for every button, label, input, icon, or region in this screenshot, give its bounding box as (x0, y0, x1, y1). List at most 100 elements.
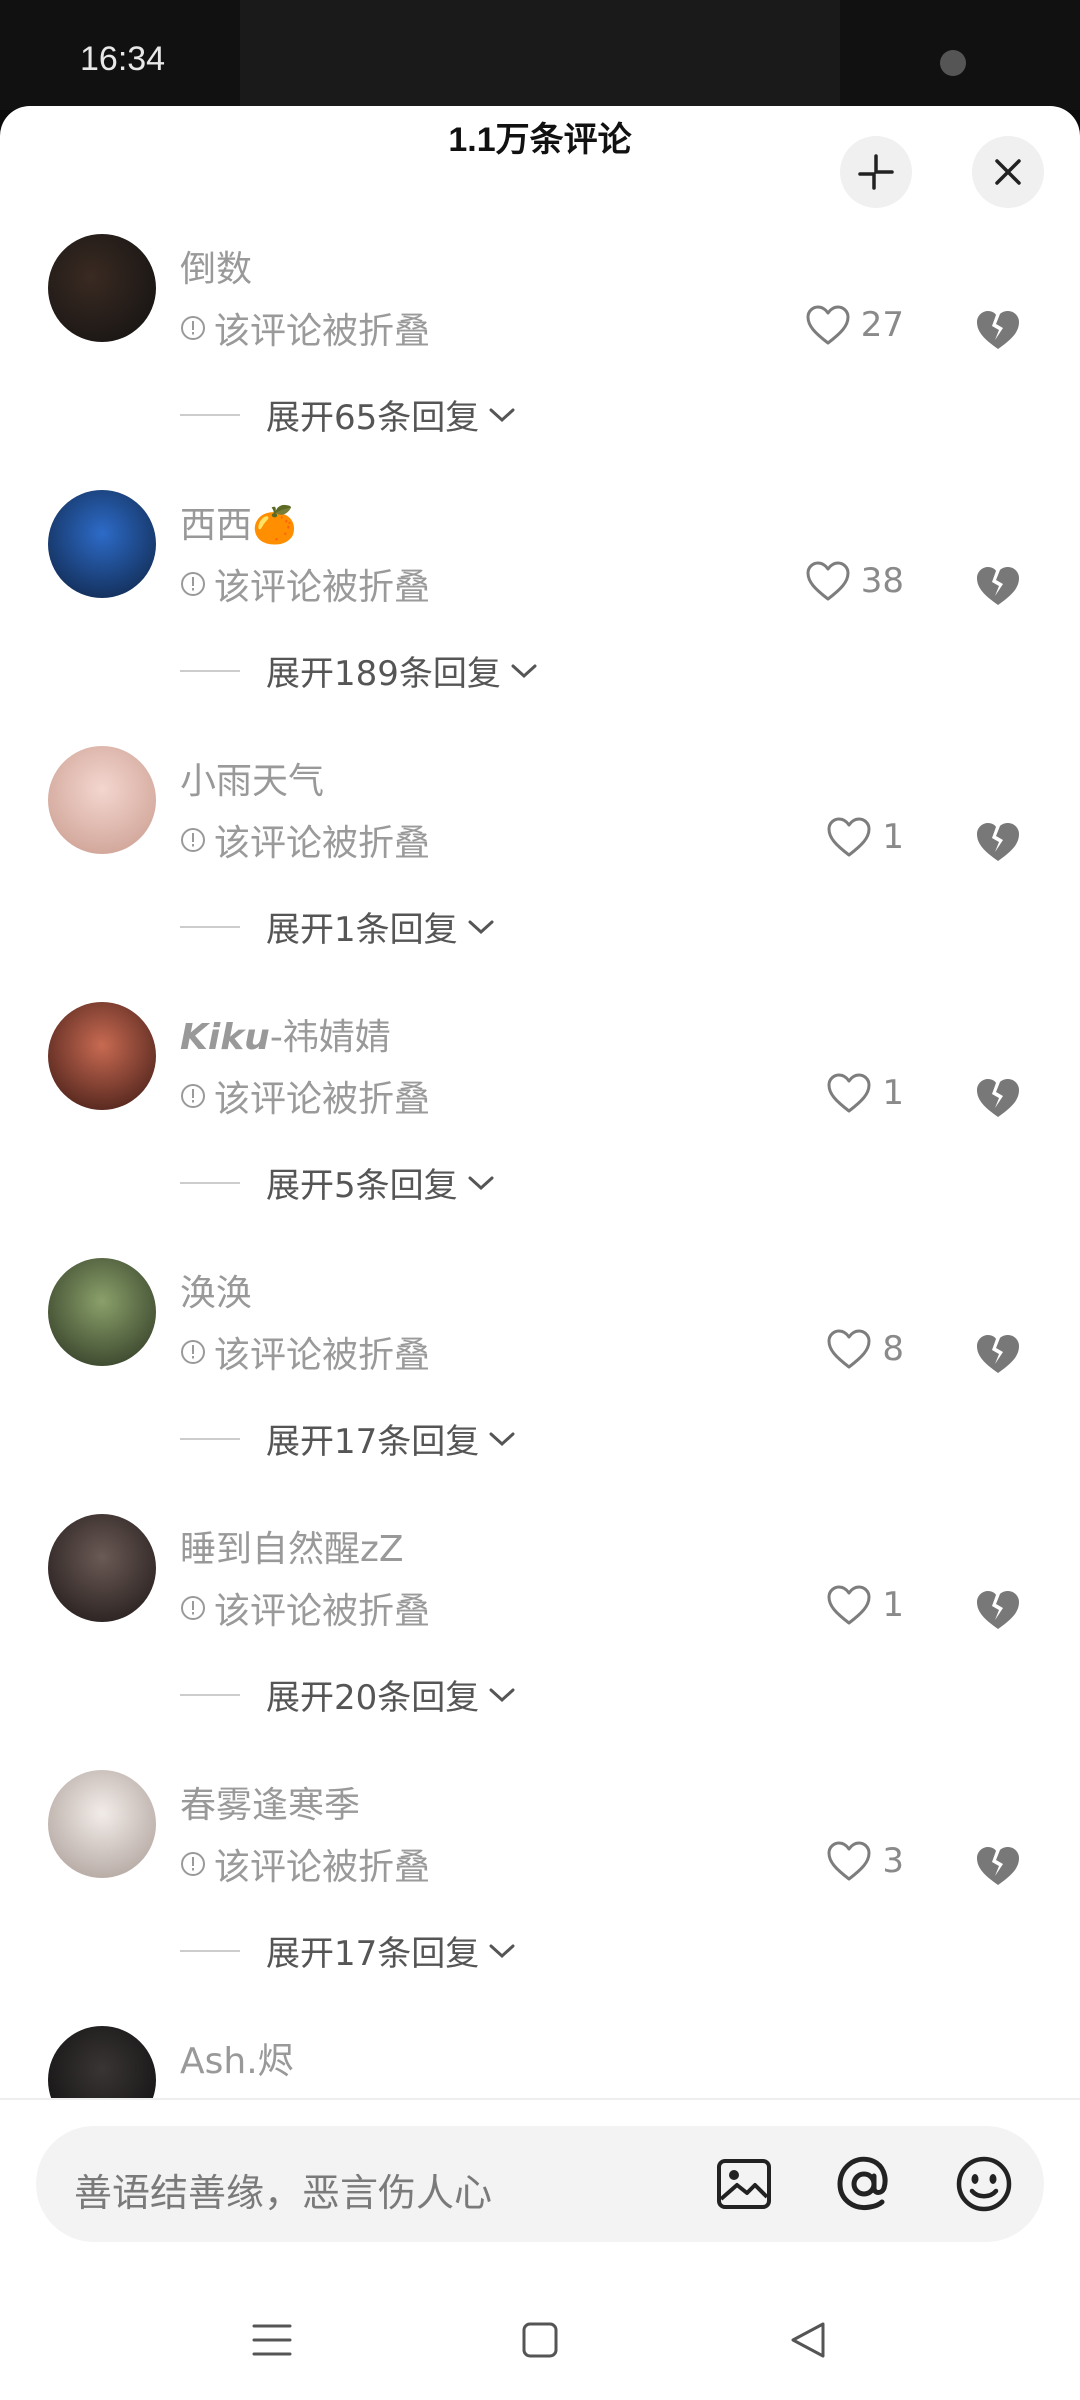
heart-icon (806, 561, 850, 601)
comment-item: 倒数 该评论被折叠 27 展开65条回复 (0, 210, 1080, 466)
folded-notice: 该评论被折叠 (180, 558, 430, 610)
avatar[interactable] (48, 746, 156, 854)
expand-replies-button[interactable]: 展开65条回复 (180, 390, 517, 439)
dislike-icon[interactable] (974, 820, 1022, 864)
comment-username[interactable]: 西西🍊 (180, 496, 297, 548)
at-icon (837, 2156, 888, 2211)
folded-notice: 该评论被折叠 (180, 1326, 430, 1378)
avatar[interactable] (48, 1258, 156, 1366)
avatar[interactable] (48, 1514, 156, 1622)
comment-list[interactable]: 倒数 该评论被折叠 27 展开65条回复 西西🍊 该评论被折叠 38 展开189… (0, 210, 1080, 2098)
reply-divider (180, 1949, 240, 1952)
comment-username[interactable]: 涣涣 (180, 1264, 252, 1316)
dislike-icon[interactable] (974, 1076, 1022, 1120)
back-button[interactable] (778, 2310, 838, 2370)
info-icon (181, 828, 205, 852)
folded-notice: 该评论被折叠 (180, 1838, 430, 1890)
menu-icon (252, 2324, 292, 2356)
close-button[interactable] (972, 136, 1044, 208)
chevron-down-icon (489, 1944, 515, 1958)
expand-replies-label: 展开17条回复 (266, 1422, 480, 1462)
like-count: 1 (882, 817, 904, 857)
dislike-icon[interactable] (974, 308, 1022, 352)
chevron-down-icon (489, 1688, 515, 1702)
home-icon (522, 2322, 558, 2358)
avatar[interactable] (48, 490, 156, 598)
comment-username[interactable]: 小雨天气 (180, 752, 324, 804)
avatar[interactable] (48, 1002, 156, 1110)
like-button[interactable]: 8 (826, 1328, 904, 1370)
like-button[interactable]: 3 (826, 1840, 904, 1882)
chevron-down-icon (468, 1176, 494, 1190)
like-button[interactable]: 1 (826, 1072, 904, 1114)
like-button[interactable]: 1 (826, 1584, 904, 1626)
avatar[interactable] (48, 1770, 156, 1878)
emoji-button[interactable] (952, 2152, 1016, 2216)
folded-notice: 该评论被折叠 (180, 814, 430, 866)
expand-replies-button[interactable]: 展开20条回复 (180, 1670, 517, 1719)
comments-count-title: 1.1万条评论 (448, 121, 632, 159)
comment-username[interactable]: 春雾逢寒季 (180, 1776, 360, 1828)
heart-icon (806, 305, 850, 345)
like-count: 3 (882, 1841, 904, 1881)
reply-divider (180, 413, 240, 416)
collapse-button[interactable] (840, 136, 912, 208)
heart-icon (827, 1329, 871, 1369)
heart-icon (827, 1073, 871, 1113)
mention-button[interactable] (832, 2152, 896, 2216)
like-button[interactable]: 1 (826, 816, 904, 858)
reply-divider (180, 1181, 240, 1184)
expand-replies-label: 展开20条回复 (266, 1678, 480, 1718)
reply-divider (180, 1437, 240, 1440)
info-icon (181, 572, 205, 596)
image-button[interactable] (712, 2152, 776, 2216)
comment-item: Ash.烬 (0, 2002, 1080, 2098)
heart-icon (827, 817, 871, 857)
reply-divider (180, 1693, 240, 1696)
comment-username[interactable]: 睡到自然醒zZ (180, 1520, 404, 1572)
expand-replies-label: 展开1条回复 (266, 910, 458, 950)
folded-notice: 该评论被折叠 (180, 1070, 430, 1122)
chevron-down-icon (511, 664, 537, 678)
camera-dot (940, 50, 966, 76)
comment-input[interactable]: 善语结善缘，恶言伤人心 (36, 2126, 1044, 2242)
like-count: 27 (860, 305, 904, 345)
collapse-icon (858, 154, 894, 190)
like-count: 1 (882, 1073, 904, 1113)
expand-replies-label: 展开17条回复 (266, 1934, 480, 1974)
like-button[interactable]: 38 (805, 560, 904, 602)
reply-divider (180, 669, 240, 672)
info-icon (181, 1340, 205, 1364)
expand-replies-button[interactable]: 展开5条回复 (180, 1158, 496, 1207)
avatar[interactable] (48, 234, 156, 342)
avatar[interactable] (48, 2026, 156, 2098)
expand-replies-button[interactable]: 展开1条回复 (180, 902, 496, 951)
reply-divider (180, 925, 240, 928)
input-divider (0, 2098, 1080, 2100)
expand-replies-button[interactable]: 展开17条回复 (180, 1414, 517, 1463)
dislike-icon[interactable] (974, 1588, 1022, 1632)
dislike-icon[interactable] (974, 1844, 1022, 1888)
heart-icon (827, 1841, 871, 1881)
info-icon (181, 316, 205, 340)
chevron-down-icon (489, 1432, 515, 1446)
dislike-icon[interactable] (974, 564, 1022, 608)
like-count: 38 (860, 561, 904, 601)
comment-input-placeholder: 善语结善缘，恶言伤人心 (74, 2171, 493, 2215)
like-count: 1 (882, 1585, 904, 1625)
menu-button[interactable] (242, 2310, 302, 2370)
comment-item: 睡到自然醒zZ 该评论被折叠 1 展开20条回复 (0, 1490, 1080, 1746)
like-button[interactable]: 27 (805, 304, 904, 346)
expand-replies-button[interactable]: 展开189条回复 (180, 646, 539, 695)
dislike-icon[interactable] (974, 1332, 1022, 1376)
comment-username[interactable]: Kiku-祎婧婧 (180, 1008, 391, 1060)
expand-replies-label: 展开65条回复 (266, 398, 480, 438)
comment-username[interactable]: Ash.烬 (180, 2032, 294, 2084)
info-icon (181, 1596, 205, 1620)
close-icon (995, 159, 1021, 185)
video-background (240, 0, 840, 110)
expand-replies-button[interactable]: 展开17条回复 (180, 1926, 517, 1975)
image-icon (717, 2159, 771, 2209)
comment-username[interactable]: 倒数 (180, 240, 252, 292)
home-button[interactable] (510, 2310, 570, 2370)
